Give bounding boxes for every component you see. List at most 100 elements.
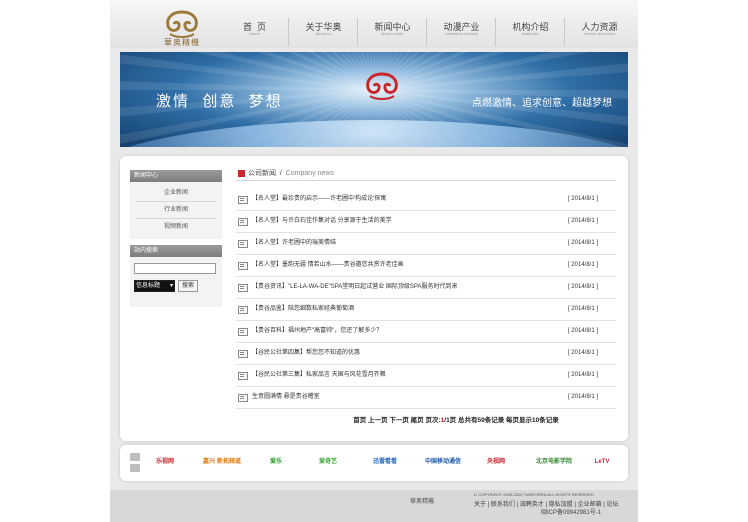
news-row[interactable]: 【名人堂】墨韵无疆 情若山水——贵谷邀您共赏许老佳画 [ 2014/8/1 ] [236,255,616,277]
breadcrumb: 公司新闻 / Company news [236,168,616,181]
news-title[interactable]: 【名人堂】最珍贵的启示——许老圃中'构成论'探寓 [252,189,386,209]
nav-item-about[interactable]: 关于华奥 About us [289,0,358,48]
news-row[interactable]: 【名人堂】与许白石佳作集对话 分享源于生活的美学 [ 2014/8/1 ] [236,211,616,233]
partner-logo[interactable]: 嘉兴·新拓频道 [194,455,250,469]
pagination: 首页 上一页 下一页 尾页 页次:1/1页 总共有59条记录 每页显示10条记录 [276,414,636,424]
chevron-down-icon: ▾ [169,283,173,289]
nav-sub: Human resources [583,31,616,36]
search-input[interactable] [134,263,216,274]
pager-last[interactable]: 尾页 [411,417,424,424]
sidebar-news-head: 新闻中心 [130,170,222,182]
document-icon [238,262,248,270]
pager-current-prefix: 页次: [425,417,441,424]
footer: 華奥精機 LI COPYRIGHT 2009-2020 TIANFOREN AL… [110,490,638,522]
breadcrumb-cn: 公司新闻 [248,170,276,177]
news-date: [ 2014/8/1 ] [567,262,598,268]
document-icon [238,196,248,204]
nav-sub: News center [381,31,404,36]
search-button[interactable]: 搜索 [178,280,198,292]
main-nav: 首 页 Home 关于华奥 About us 新闻中心 News center … [220,0,634,48]
news-date: [ 2014/8/1 ] [567,350,598,356]
news-title[interactable]: 【名人堂】与许白石佳作集对话 分享源于生活的美学 [252,211,392,231]
footer-logo: 華奥精機 [410,499,435,505]
news-row[interactable]: 【谷民公社第三集】私家品言 天国与风花雪月齐舞 [ 2014/8/1 ] [236,365,616,387]
news-date: [ 2014/8/1 ] [567,394,598,400]
main-panel: 新闻中心 企业新闻 行业新闻 视频新闻 站内搜索 信息标题 ▾ 搜索 公司新闻 [120,156,628,441]
document-icon [238,328,248,336]
pager-prev[interactable]: 上一页 [368,417,388,424]
partner-logo[interactable]: 央视网 [476,455,516,469]
news-list: 【名人堂】最珍贵的启示——许老圃中'构成论'探寓 [ 2014/8/1 ] 【名人… [236,189,616,409]
news-date: [ 2014/8/1 ] [567,372,598,378]
partner-arrows [130,453,142,473]
sidebar: 新闻中心 企业新闻 行业新闻 视频新闻 站内搜索 信息标题 ▾ 搜索 [130,170,222,307]
pager-first[interactable]: 首页 [353,417,366,424]
banner: 激情 创意 梦想 点燃激情、追求创意、超越梦想 [120,52,628,147]
news-title[interactable]: 【谷民公社第三集】私家品言 天国与风花雪月齐舞 [252,365,386,385]
partner-logo[interactable]: 北京电影学院 [532,455,576,469]
arrow-up-icon[interactable] [130,453,140,461]
news-content: 公司新闻 / Company news 【名人堂】最珍贵的启示——许老圃中'构成… [236,168,616,424]
sidebar-item-industry-news[interactable]: 行业新闻 [136,202,216,219]
nav-item-animation[interactable]: 动漫产业 Animation industry [427,0,496,48]
sidebar-item-company-news[interactable]: 企业新闻 [136,185,216,202]
partner-strip: 乐视网 嘉兴·新拓频道 爱乐 爱奇艺 迅雷看看 中国移动通信 央视网 北京电影学院 LeTV [120,445,628,481]
news-date: [ 2014/8/1 ] [567,306,598,312]
news-title[interactable]: 生意圆满情 悬是贵谷稽室 [252,387,320,407]
nav-sub: Institution [521,31,540,36]
news-row[interactable]: 【谷民公社第四集】帮您您不知道的优惠 [ 2014/8/1 ] [236,343,616,365]
search-type-label: 信息标题 [136,283,161,289]
document-icon [238,350,248,358]
pager-total: /1页 [444,417,457,424]
footer-icp[interactable]: 闽ICP备09942981号-1 [541,507,601,516]
news-row[interactable]: 【名人堂】最珍贵的启示——许老圃中'构成论'探寓 [ 2014/8/1 ] [236,189,616,211]
partner-logo[interactable]: 中国移动通信 [420,455,466,469]
document-icon [238,240,248,248]
document-icon [238,372,248,380]
breadcrumb-en: Company news [285,170,334,177]
news-date: [ 2014/8/1 ] [567,218,598,224]
pager-next[interactable]: 下一页 [389,417,409,424]
nav-item-home[interactable]: 首 页 Home [220,0,289,48]
banner-slogan-left: 激情 创意 梦想 [156,93,283,110]
news-title[interactable]: 【谷民公社第四集】帮您您不知道的优惠 [252,343,360,363]
partner-logo[interactable]: LeTV [588,455,616,469]
search-box: 信息标题 ▾ 搜索 [130,257,222,307]
document-icon [238,306,248,314]
news-title[interactable]: 【贵谷品鉴】陪您细数私家经典葡萄酒 [252,299,354,319]
sidebar-search-head: 站内搜索 [130,245,222,257]
news-row[interactable]: 【贵谷资讯】"LE-LA-WA-DE"SPA堂明日起试营业 国际顶级SPA服务时… [236,277,616,299]
page: 華奥精機 首 页 Home 关于华奥 About us 新闻中心 News ce… [110,0,638,522]
arrow-down-icon[interactable] [130,464,140,472]
banner-logo-icon [366,72,398,100]
news-date: [ 2014/8/1 ] [567,240,598,246]
search-type-select[interactable]: 信息标题 ▾ [134,280,175,292]
nav-item-institution[interactable]: 机构介绍 Institution [496,0,565,48]
news-row[interactable]: 生意圆满情 悬是贵谷稽室 [ 2014/8/1 ] [236,387,616,409]
partner-logo[interactable]: 爱奇艺 [310,455,346,469]
news-title[interactable]: 【名人堂】墨韵无疆 情若山水——贵谷邀您共赏许老佳画 [252,255,404,275]
bullet-icon [238,170,245,177]
document-icon [238,284,248,292]
breadcrumb-sep: / [279,170,282,177]
news-row[interactable]: 【贵谷品鉴】陪您细数私家经典葡萄酒 [ 2014/8/1 ] [236,299,616,321]
nav-item-hr[interactable]: 人力资源 Human resources [565,0,634,48]
header: 華奥精機 首 页 Home 关于华奥 About us 新闻中心 News ce… [110,0,638,48]
news-row[interactable]: 【名人堂】许老圃中的瑞美情结 [ 2014/8/1 ] [236,233,616,255]
partner-logo[interactable]: 爱乐 [262,455,290,469]
partner-logo[interactable]: 迅雷看看 [364,455,406,469]
news-title[interactable]: 【贵谷百科】福州地产"高富帅"，您还了解多少？ [252,321,382,341]
sidebar-item-video-news[interactable]: 视频新闻 [136,219,216,235]
logo-text: 華奥精機 [164,38,200,47]
document-icon [238,218,248,226]
news-row[interactable]: 【贵谷百科】福州地产"高富帅"，您还了解多少？ [ 2014/8/1 ] [236,321,616,343]
partner-logo[interactable]: 乐视网 [150,455,180,469]
news-date: [ 2014/8/1 ] [567,196,598,202]
document-icon [238,394,248,402]
news-title[interactable]: 【贵谷资讯】"LE-LA-WA-DE"SPA堂明日起试营业 国际顶级SPA服务时… [252,277,458,297]
nav-sub: About us [315,31,332,36]
news-date: [ 2014/8/1 ] [567,328,598,334]
footer-copyright: LI COPYRIGHT 2009-2020 TIANFOREN ALL RIG… [474,492,594,497]
nav-item-news[interactable]: 新闻中心 News center [358,0,427,48]
news-title[interactable]: 【名人堂】许老圃中的瑞美情结 [252,233,336,253]
